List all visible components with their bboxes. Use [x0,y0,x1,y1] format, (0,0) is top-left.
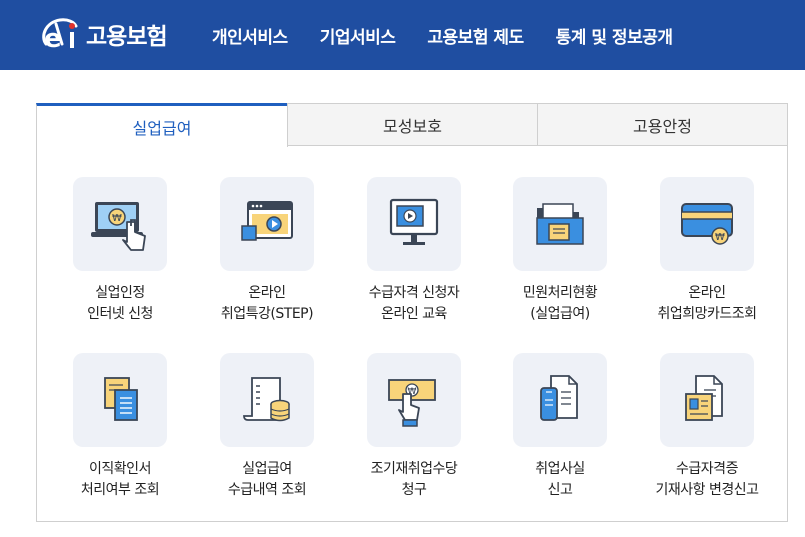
documents-icon [104,377,138,421]
svg-text:₩: ₩ [715,232,725,243]
nav-business-services[interactable]: 기업서비스 [320,23,396,48]
icon-tile: ₩ [73,177,167,271]
icon-tile [513,353,607,447]
item-label-line1: 민원처리현황 [522,285,598,301]
icon-tile [220,177,314,271]
service-panel: 실업급여 모성보호 고용안정 ₩ 실업인정 인터넷 신청 온라인 취업특강(ST… [36,103,788,522]
site-header: e 고용보험 개인서비스 기업서비스 고용보험 제도 통계 및 정보공개 [0,0,805,70]
folder-document-icon [536,203,584,245]
item-label-line1: 조기재취업수당 [370,461,458,477]
logo-text: 고용보험 [86,24,168,50]
item-label-line2: 취업희망카드조회 [657,306,757,322]
service-item[interactable]: 온라인 취업특강(STEP) [194,177,340,325]
receipt-coins-icon [243,377,290,422]
svg-text:₩: ₩ [112,213,122,224]
icon-tile: ₩ [660,177,754,271]
id-document-icon [685,375,723,421]
service-item[interactable]: 수급자격 신청자 온라인 교육 [341,177,487,325]
item-label-line2: 인터넷 신청 [87,306,153,322]
item-label-line1: 실업인정 [95,285,145,301]
icon-tile: ₩ [367,353,461,447]
icon-tile [220,353,314,447]
item-label-line1: 온라인 [688,285,726,301]
item-label-line1: 취업사실 [535,461,585,477]
item-label-line2: 청구 [401,482,427,498]
item-label-line2: 취업특강(STEP) [220,306,314,322]
item-label-line2: 처리여부 조회 [80,482,160,498]
main-nav: 개인서비스 기업서비스 고용보험 제도 통계 및 정보공개 [212,0,705,70]
icon-tile [660,353,754,447]
laptop-touch-icon: ₩ [91,202,146,251]
item-label-line1: 온라인 [248,285,286,301]
phone-document-icon [540,375,578,421]
service-item[interactable]: 이직확인서 처리여부 조회 [47,353,193,501]
service-item[interactable]: ₩ 실업인정 인터넷 신청 [47,177,193,325]
site-logo[interactable]: e 고용보험 [36,12,168,56]
item-label-line1: 수급자격증 [676,461,738,477]
icon-tile [367,177,461,271]
item-label-line1: 이직확인서 [89,461,151,477]
service-item[interactable]: 민원처리현황 (실업급여) [487,177,633,325]
video-lecture-icon [241,201,293,241]
service-item[interactable]: 수급자격증 기재사항 변경신고 [634,353,780,501]
card-won-icon: ₩ [681,203,733,245]
item-label-line2: 신고 [547,482,573,498]
nav-insurance-system[interactable]: 고용보험 제도 [427,23,524,48]
service-item[interactable]: ₩ 온라인 취업희망카드조회 [634,177,780,325]
tab-employment-stability[interactable]: 고용안정 [537,103,788,146]
icon-tile [73,353,167,447]
icon-tile [513,177,607,271]
item-label-line2: 수급내역 조회 [227,482,307,498]
tab-bar: 실업급여 모성보호 고용안정 [36,103,788,147]
bill-hand-icon: ₩ [388,379,436,427]
service-item[interactable]: 취업사실 신고 [487,353,633,501]
nav-personal-services[interactable]: 개인서비스 [212,23,288,48]
item-label-line2: (실업급여) [530,306,590,322]
service-item[interactable]: ₩ 조기재취업수당 청구 [341,353,487,501]
item-label-line2: 기재사항 변경신고 [655,482,760,498]
logo-mark-icon: e [42,18,78,54]
item-label-line2: 온라인 교육 [381,306,447,322]
tab-maternity-protection[interactable]: 모성보호 [287,103,538,146]
monitor-play-icon [389,198,439,245]
item-label-line1: 실업급여 [242,461,292,477]
svg-text:e: e [44,24,62,54]
tab-unemployment-benefits[interactable]: 실업급여 [36,103,288,147]
nav-statistics[interactable]: 통계 및 정보공개 [556,23,673,48]
service-item[interactable]: 실업급여 수급내역 조회 [194,353,340,501]
item-label-line1: 수급자격 신청자 [368,285,460,301]
